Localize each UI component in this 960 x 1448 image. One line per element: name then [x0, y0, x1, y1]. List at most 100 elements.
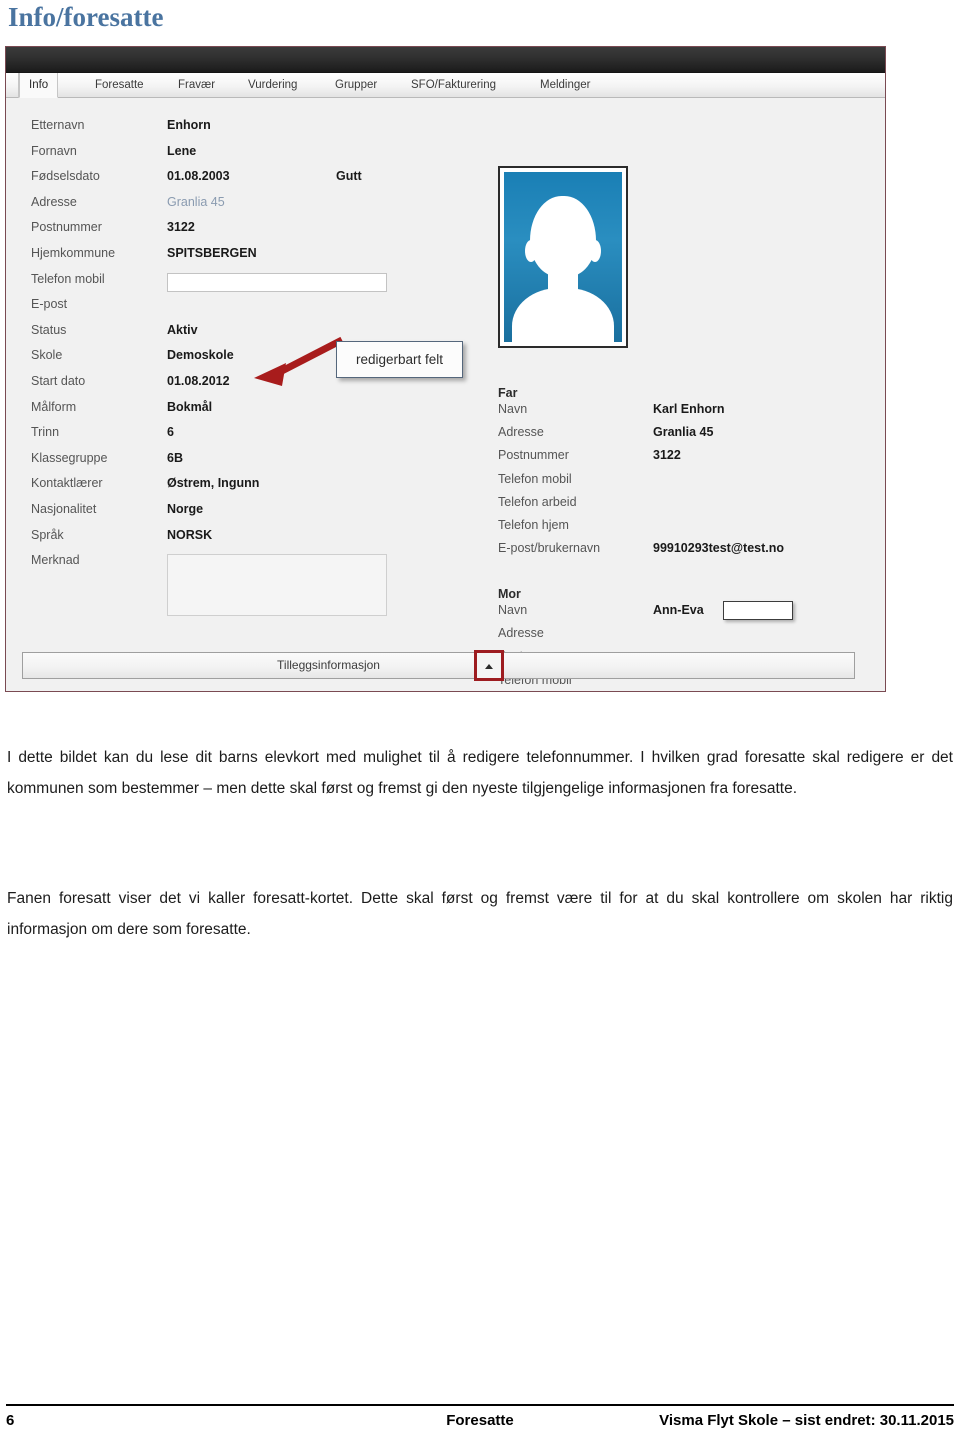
footer-document-info: Visma Flyt Skole – sist endret: 30.11.20…	[659, 1412, 954, 1429]
field-value: 6B	[167, 450, 183, 465]
field-label: Adresse	[31, 194, 77, 209]
field-label: Fødselsdato	[31, 169, 100, 184]
collapse-toggle-button[interactable]	[474, 650, 504, 681]
field-label: Navn	[498, 402, 528, 416]
tab-grupper[interactable]: Grupper	[326, 73, 386, 98]
field-label: Status	[31, 322, 67, 337]
field-etternavn: Etternavn Enhorn	[31, 118, 431, 144]
avatar-silhouette-icon	[504, 172, 622, 342]
field-value: 3122	[653, 448, 681, 463]
field-hjemkommune: Hjemkommune SPITSBERGEN	[31, 246, 431, 272]
field-label: Adresse	[498, 425, 544, 440]
field-value: Aktiv	[167, 322, 198, 337]
tab-info[interactable]: Info	[19, 73, 59, 98]
field-label: Merknad	[31, 553, 80, 568]
father-field-telefon-mobil: Telefon mobil	[498, 472, 878, 495]
field-value: Karl Enhorn	[653, 402, 725, 416]
father-field-telefon-hjem: Telefon hjem	[498, 518, 878, 541]
annotation-callout: redigerbart felt	[336, 341, 463, 378]
field-label: Telefon hjem	[498, 517, 569, 532]
field-value: Lene	[167, 143, 197, 158]
field-value: Ann-Eva	[653, 603, 704, 617]
field-label: Språk	[31, 527, 64, 542]
field-value: Østrem, Ingunn	[167, 476, 260, 491]
mother-field-adresse: Adresse	[498, 626, 878, 649]
field-fornavn: Fornavn Lene	[31, 144, 431, 170]
field-nasjonalitet: Nasjonalitet Norge	[31, 502, 431, 528]
father-section: Far Navn Karl Enhorn Adresse Granlia 45 …	[498, 386, 878, 564]
mother-section: Mor Navn Ann-Eva Adresse Postnummer Tele…	[498, 587, 878, 696]
field-value: Bokmål	[167, 399, 213, 414]
field-value: 6	[167, 425, 174, 440]
paragraph-2: Fanen foresatt viser det vi kaller fores…	[7, 889, 953, 938]
field-label: Postnummer	[498, 448, 569, 463]
field-label: Trinn	[31, 425, 60, 440]
field-label: E-post/brukernavn	[498, 541, 601, 556]
field-value: Granlia 45	[653, 425, 714, 440]
father-field-epost-brukernavn: E-post/brukernavn 99910293test@test.no	[498, 541, 878, 564]
field-label: Fornavn	[31, 143, 77, 158]
tab-meldinger[interactable]: Meldinger	[531, 73, 600, 98]
father-field-adresse: Adresse Granlia 45	[498, 425, 878, 448]
field-value: NORSK	[167, 527, 213, 542]
field-malform: Målform Bokmål	[31, 400, 431, 426]
field-label: Etternavn	[31, 118, 85, 132]
field-postnummer: Postnummer 3122	[31, 220, 431, 246]
tab-vurdering[interactable]: Vurdering	[239, 73, 306, 98]
paragraph-1: I dette bildet kan du lese dit barns ele…	[7, 748, 953, 797]
field-klassegruppe: Klassegruppe 6B	[31, 451, 431, 477]
field-value: Norge	[167, 501, 204, 516]
field-label: Telefon arbeid	[498, 494, 577, 509]
field-epost: E-post	[31, 297, 431, 323]
field-kontaktlaerer: Kontaktlærer Østrem, Ingunn	[31, 476, 431, 502]
page-footer: 6 Foresatte Visma Flyt Skole – sist endr…	[6, 1412, 954, 1438]
father-section-title: Far	[498, 386, 518, 400]
field-value: 99910293test@test.no	[653, 541, 785, 556]
tab-sfo-fakturering[interactable]: SFO/Fakturering	[402, 73, 505, 98]
father-field-telefon-arbeid: Telefon arbeid	[498, 495, 878, 518]
mother-field-navn: Navn Ann-Eva	[498, 601, 878, 626]
father-field-navn: Navn Karl Enhorn	[498, 402, 878, 425]
window-content: Etternavn Enhorn Fornavn Lene Fødselsdat…	[6, 98, 885, 691]
field-label: Skole	[31, 348, 63, 363]
avatar-shoulders	[512, 287, 614, 342]
field-value: 01.08.2003	[167, 169, 230, 184]
student-avatar	[498, 166, 628, 348]
application-screenshot: Info Foresatte Fravær Vurdering Grupper …	[5, 46, 886, 692]
tab-bar: Info Foresatte Fravær Vurdering Grupper …	[6, 73, 885, 98]
field-adresse: Adresse Granlia 45	[31, 195, 431, 221]
field-trinn: Trinn 6	[31, 425, 431, 451]
field-sprak: Språk NORSK	[31, 528, 431, 554]
field-value-gender: Gutt	[336, 169, 362, 184]
tab-bar-left-edge	[6, 73, 19, 98]
field-label: Hjemkommune	[31, 245, 116, 260]
field-label: Adresse	[498, 626, 544, 641]
field-value: 01.08.2012	[167, 373, 230, 388]
field-value: Enhorn	[167, 118, 211, 132]
redaction-box	[723, 601, 793, 620]
tab-fravaer[interactable]: Fravær	[169, 73, 224, 98]
field-value: Demoskole	[167, 348, 234, 363]
window-titlebar	[6, 47, 885, 73]
field-value: SPITSBERGEN	[167, 245, 257, 260]
merknad-textarea[interactable]	[167, 554, 387, 617]
caret-up-icon	[485, 663, 493, 669]
telefon-mobil-input[interactable]	[167, 272, 387, 292]
field-label: E-post	[31, 297, 68, 312]
page-title: Info/foresatte	[8, 2, 164, 32]
field-label: Telefon mobil	[498, 471, 572, 486]
field-label: Målform	[31, 399, 77, 414]
tab-foresatte[interactable]: Foresatte	[86, 73, 153, 98]
field-label: Navn	[498, 603, 528, 617]
mother-section-title: Mor	[498, 587, 521, 601]
field-fodselsdato: Fødselsdato 01.08.2003 Gutt	[31, 169, 431, 195]
field-value: Granlia 45	[167, 194, 225, 209]
father-field-postnummer: Postnummer 3122	[498, 448, 878, 471]
tilleggsinformasjon-label: Tilleggsinformasjon	[277, 658, 380, 672]
field-label: Start dato	[31, 373, 86, 388]
field-telefon-mobil: Telefon mobil	[31, 272, 431, 298]
tilleggsinformasjon-bar[interactable]: Tilleggsinformasjon	[22, 650, 855, 681]
field-label: Telefon mobil	[31, 271, 105, 286]
field-label: Postnummer	[31, 220, 102, 235]
footer-divider	[6, 1404, 954, 1406]
